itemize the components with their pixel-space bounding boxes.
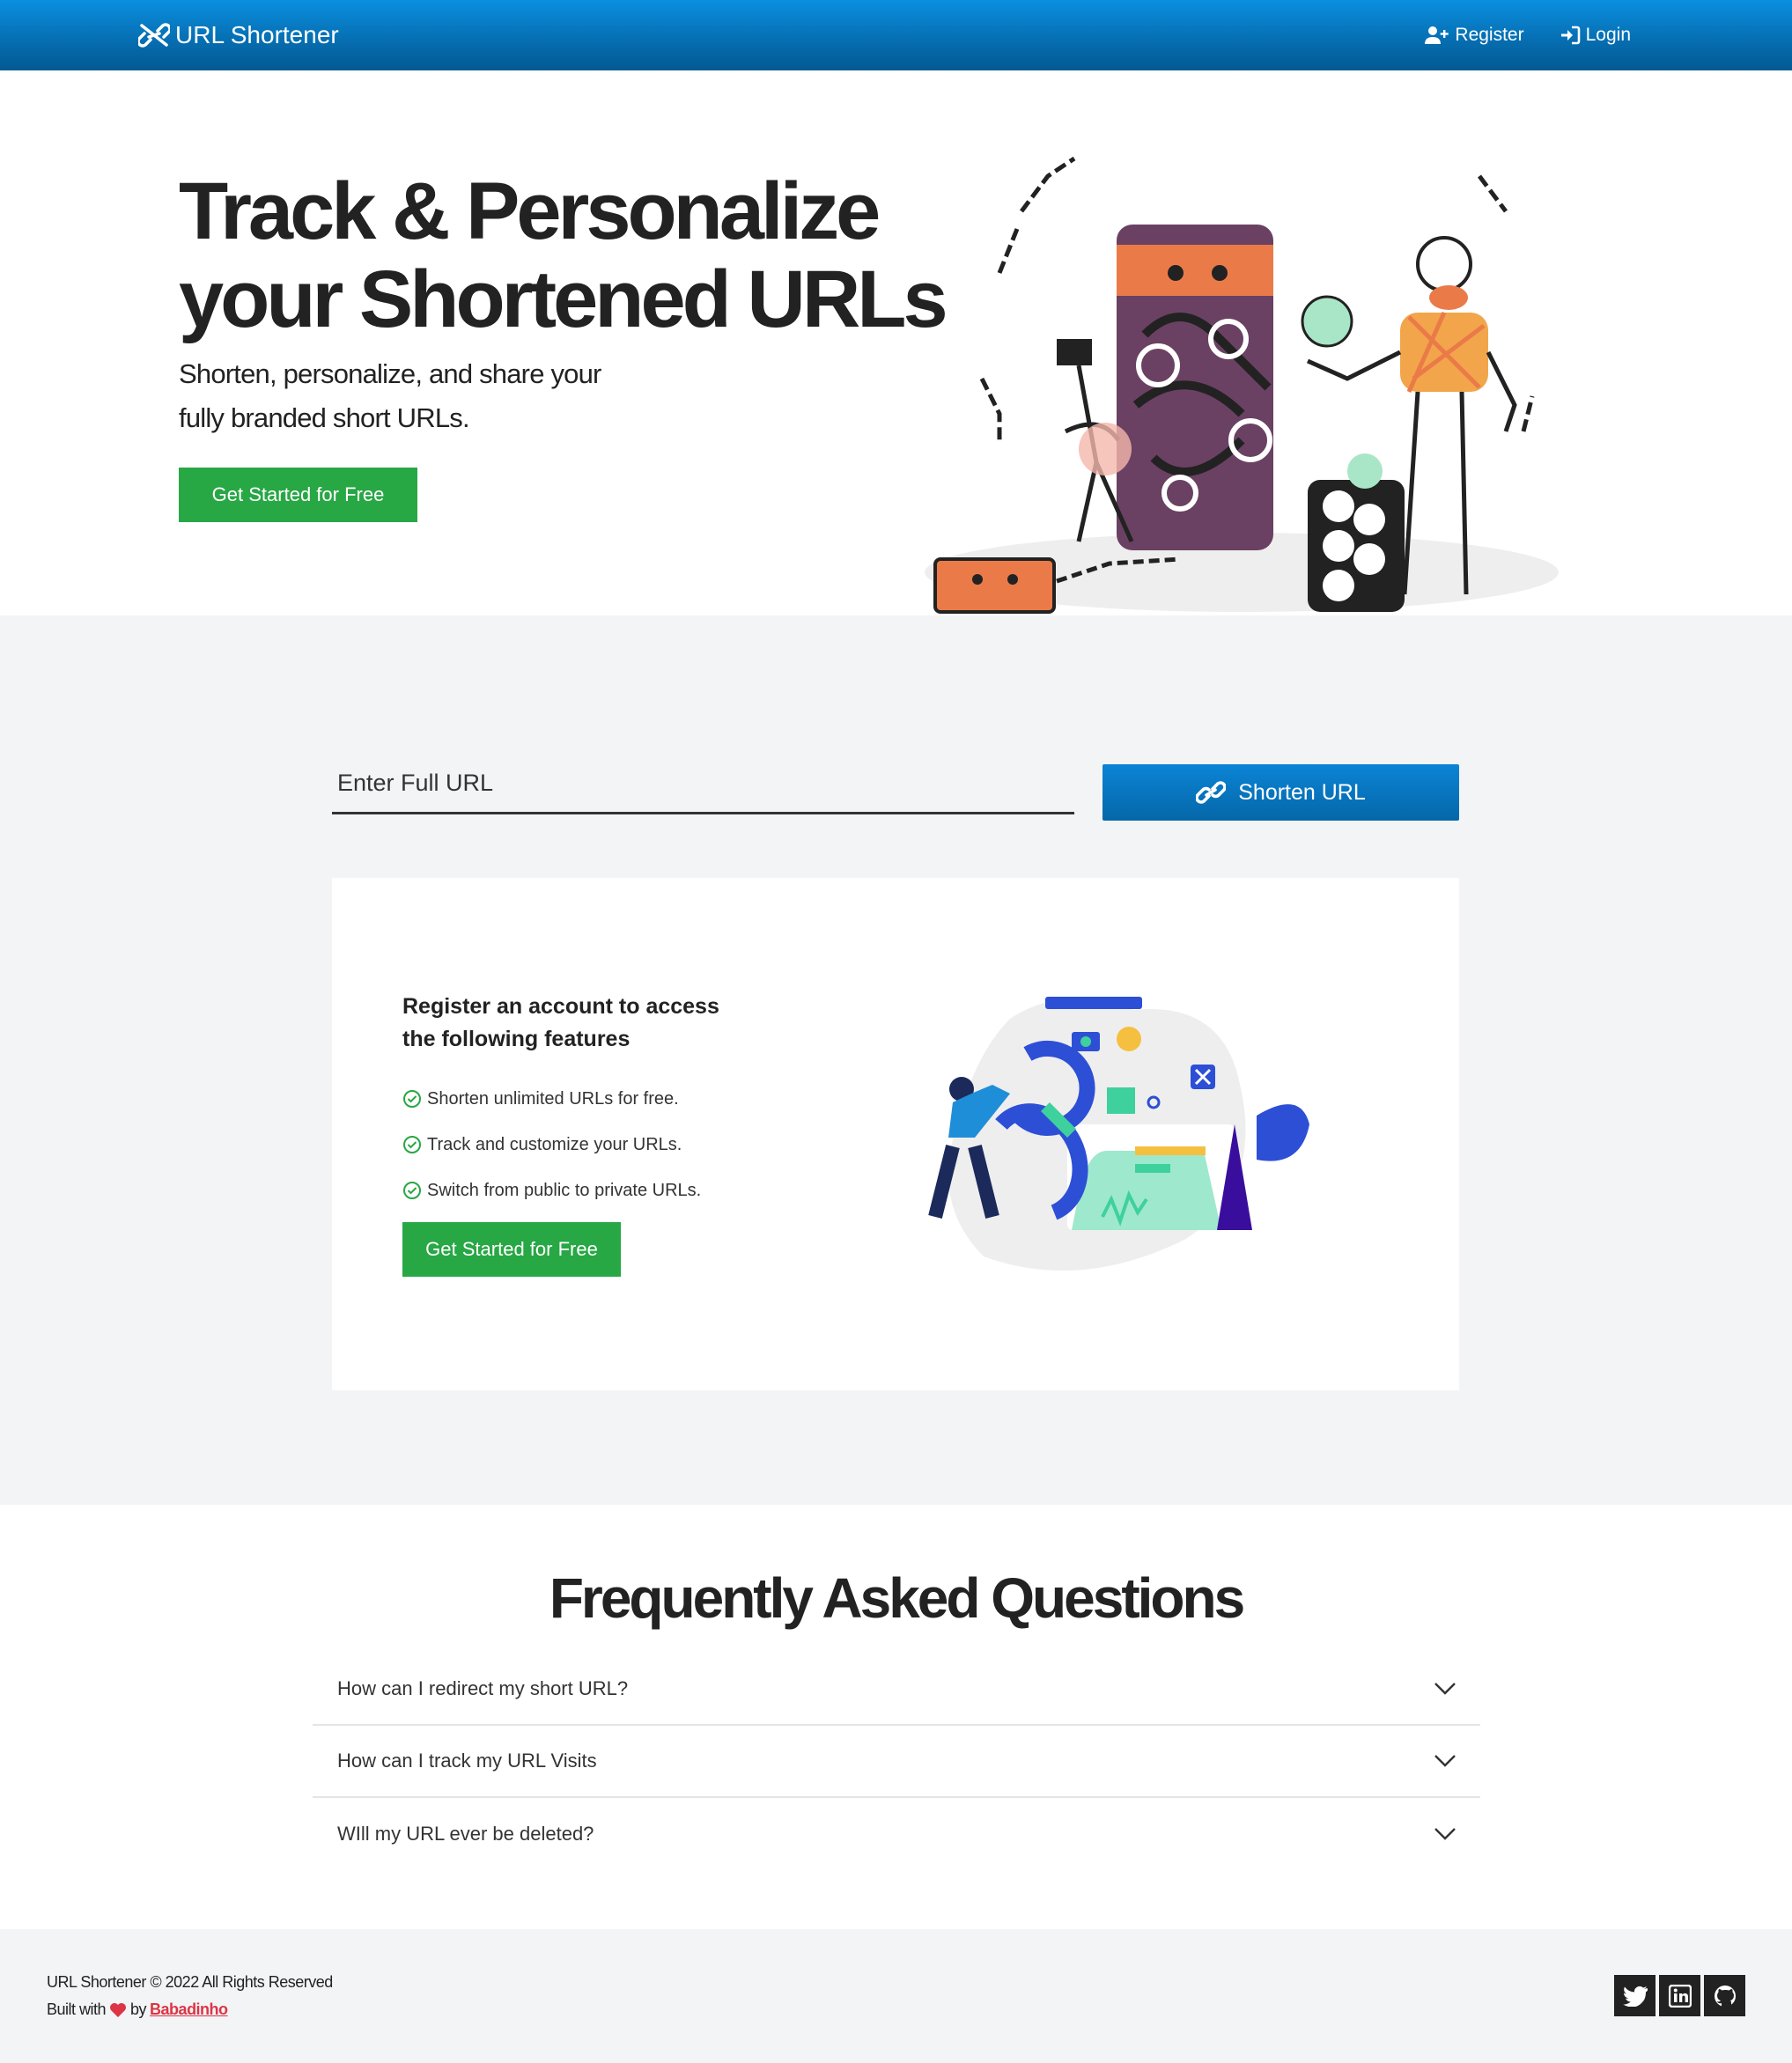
nav-links: Register Login xyxy=(1425,18,1631,53)
login-label: Login xyxy=(1585,25,1631,45)
features-get-started-button[interactable]: Get Started for Free xyxy=(402,1222,621,1277)
faq-question: WIll my URL ever be deleted? xyxy=(337,1823,594,1845)
faq-item-deleted[interactable]: WIll my URL ever be deleted? xyxy=(313,1798,1480,1870)
faq-question: How can I track my URL Visits xyxy=(337,1750,597,1772)
features-list: Shorten unlimited URLs for free. Track a… xyxy=(402,1076,701,1213)
shorten-section: Shorten URL Register an account to acces… xyxy=(0,615,1792,1505)
register-label: Register xyxy=(1455,25,1524,45)
faq-question: How can I redirect my short URL? xyxy=(337,1677,629,1699)
chevron-down-icon xyxy=(1434,1828,1456,1840)
features-card: Register an account to access the follow… xyxy=(332,878,1459,1390)
heart-icon xyxy=(110,2002,127,2017)
shorten-url-button[interactable]: Shorten URL xyxy=(1102,764,1459,821)
register-link[interactable]: Register xyxy=(1425,25,1524,46)
social-links xyxy=(1614,1975,1745,2016)
navbar: URL Shortener Register Login xyxy=(0,0,1792,70)
user-plus-icon xyxy=(1425,26,1449,44)
features-illustration xyxy=(928,997,1309,1271)
hero-subtitle: Shorten, personalize, and share your ful… xyxy=(179,352,637,440)
github-link[interactable] xyxy=(1704,1975,1745,2016)
feature-item: Switch from public to private URLs. xyxy=(402,1168,701,1213)
check-circle-icon xyxy=(403,1182,421,1199)
hero-subtitle-line1: Shorten, personalize, and share your xyxy=(179,358,601,389)
link-broken-icon xyxy=(138,23,170,48)
feature-text: Track and customize your URLs. xyxy=(427,1134,682,1154)
features-heading: Register an account to access the follow… xyxy=(402,994,719,1051)
sign-in-icon xyxy=(1560,26,1580,45)
login-link[interactable]: Login xyxy=(1560,25,1631,46)
author-link[interactable]: Babadinho xyxy=(150,2000,228,2019)
feature-item: Shorten unlimited URLs for free. xyxy=(402,1076,701,1122)
faq-title: Frequently Asked Questions xyxy=(549,1566,1245,1630)
twitter-icon xyxy=(1622,1986,1648,2007)
link-icon xyxy=(1196,781,1227,804)
chevron-down-icon xyxy=(1434,1683,1456,1695)
faq-item-track[interactable]: How can I track my URL Visits xyxy=(313,1726,1480,1798)
footer: URL Shortener © 2022 All Rights Reserved… xyxy=(0,1929,1792,2063)
hero-subtitle-line2: fully branded short URLs. xyxy=(179,402,470,433)
faq-list: How can I redirect my short URL? How can… xyxy=(313,1654,1480,1870)
feature-item: Track and customize your URLs. xyxy=(402,1122,701,1168)
linkedin-icon xyxy=(1668,1984,1692,2008)
brand-name: URL Shortener xyxy=(175,21,339,48)
check-circle-icon xyxy=(403,1090,421,1108)
by-label: by xyxy=(130,2000,147,2018)
chevron-down-icon xyxy=(1434,1755,1456,1767)
hero-illustration xyxy=(925,156,1559,614)
linkedin-link[interactable] xyxy=(1659,1975,1700,2016)
hero-section: Track & Personalize your Shortened URLs … xyxy=(0,70,1792,615)
url-input-wrapper xyxy=(332,755,1074,814)
hero-title: Track & Personalize your Shortened URLs xyxy=(179,166,948,344)
github-icon xyxy=(1714,1985,1736,2007)
feature-text: Switch from public to private URLs. xyxy=(427,1180,702,1200)
faq-item-redirect[interactable]: How can I redirect my short URL? xyxy=(313,1654,1480,1726)
footer-copyright: URL Shortener © 2022 All Rights Reserved xyxy=(47,1973,333,1991)
shorten-url-label: Shorten URL xyxy=(1238,779,1366,805)
built-with-label: Built with xyxy=(47,2000,107,2018)
twitter-link[interactable] xyxy=(1614,1975,1656,2016)
url-input[interactable] xyxy=(332,755,1074,812)
brand-link[interactable]: URL Shortener xyxy=(138,18,339,53)
feature-text: Shorten unlimited URLs for free. xyxy=(427,1088,679,1109)
footer-built-with: Built with by Babadinho xyxy=(47,2000,228,2019)
check-circle-icon xyxy=(403,1136,421,1153)
get-started-button[interactable]: Get Started for Free xyxy=(179,468,417,522)
